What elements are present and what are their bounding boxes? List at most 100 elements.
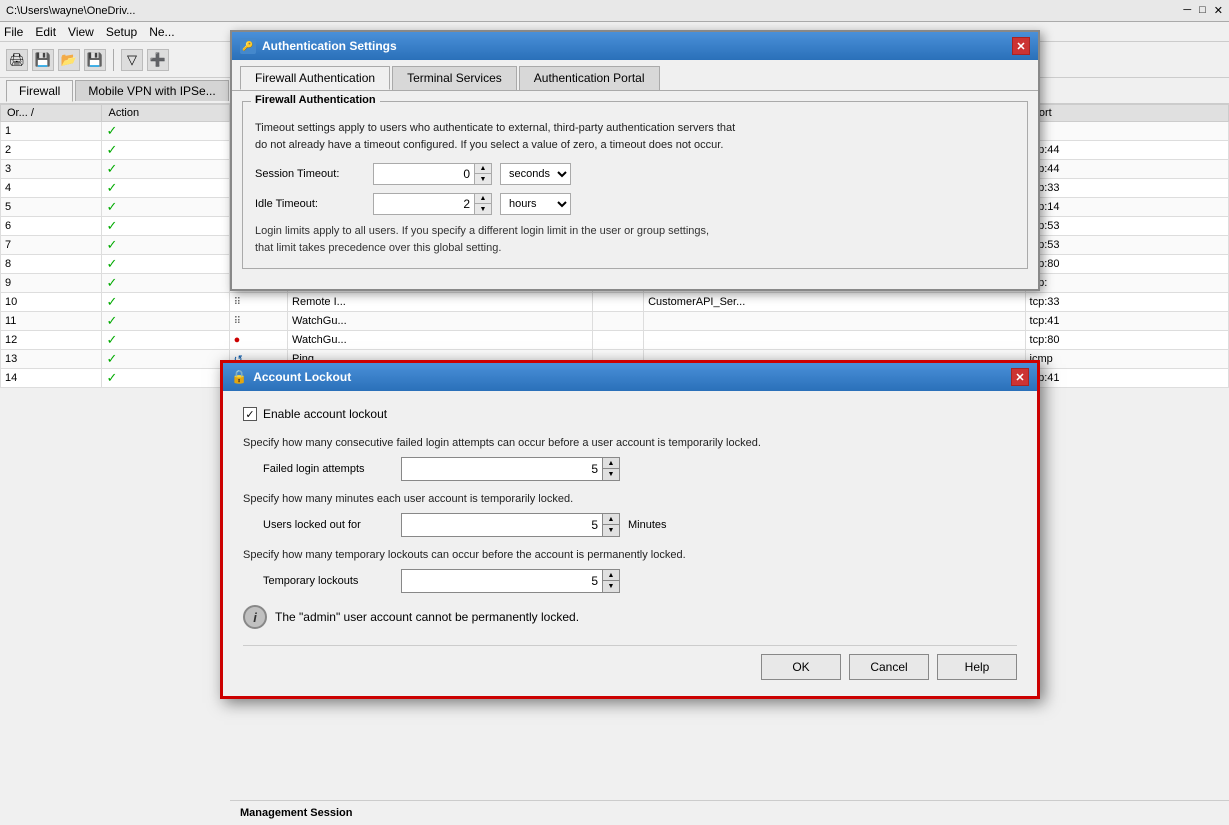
session-timeout-up[interactable]: ▲ (475, 164, 491, 174)
auth-dialog-icon: 🔑 (240, 38, 256, 54)
enable-lockout-checkbox[interactable]: ✓ (243, 407, 257, 421)
users-locked-spin[interactable]: ▲ ▼ (401, 513, 620, 537)
cell-port: tcp:33 (1025, 179, 1228, 198)
cell-num: 5 (1, 198, 102, 217)
idle-timeout-spin[interactable]: ▲ ▼ (373, 193, 492, 215)
lockout-buttons: OK Cancel Help (243, 645, 1017, 680)
close-icon[interactable]: ✕ (1214, 4, 1223, 17)
cell-port: tcp:41 (1025, 369, 1228, 388)
info-text: The "admin" user account cannot be perma… (275, 610, 579, 624)
management-section: Management Session (230, 800, 1229, 825)
menu-view[interactable]: View (68, 25, 94, 39)
lockout-body: ✓ Enable account lockout Specify how man… (223, 391, 1037, 696)
cell-port: tcp: (1025, 274, 1228, 293)
session-timeout-field[interactable] (374, 164, 474, 184)
cell-port: icmp (1025, 350, 1228, 369)
failed-attempts-spin[interactable]: ▲ ▼ (401, 457, 620, 481)
users-locked-up[interactable]: ▲ (603, 514, 619, 525)
table-row[interactable]: 12 ✓ ● WatchGu... tcp:80 (1, 331, 1229, 350)
ok-button[interactable]: OK (761, 654, 841, 680)
auth-dialog-title: Authentication Settings (262, 39, 397, 53)
menu-file[interactable]: File (4, 25, 23, 39)
tab-terminal-services[interactable]: Terminal Services (392, 66, 517, 90)
auth-dialog: 🔑 Authentication Settings ✕ Firewall Aut… (230, 30, 1040, 291)
tab-auth-portal[interactable]: Authentication Portal (519, 66, 660, 90)
temp-lockouts-down[interactable]: ▼ (603, 581, 619, 592)
info-row: i The "admin" user account cannot be per… (243, 605, 1017, 629)
lockout-icon: 🔒 (231, 369, 247, 385)
failed-attempts-row: Failed login attempts ▲ ▼ (263, 457, 1017, 481)
help-button[interactable]: Help (937, 654, 1017, 680)
cell-num: 14 (1, 369, 102, 388)
temp-lockouts-btns: ▲ ▼ (602, 570, 619, 592)
session-timeout-down[interactable]: ▼ (475, 174, 491, 184)
col-order: Or... / (1, 105, 102, 122)
toolbar-icon-2[interactable]: 💾 (32, 49, 54, 71)
enable-lockout-label: Enable account lockout (263, 407, 387, 421)
cell-num: 13 (1, 350, 102, 369)
toolbar-icon-5[interactable]: ▽ (121, 49, 143, 71)
cell-num: 7 (1, 236, 102, 255)
cell-action: ✓ (102, 369, 229, 388)
minimize-icon[interactable]: ─ (1183, 4, 1191, 17)
idle-timeout-up[interactable]: ▲ (475, 194, 491, 204)
users-locked-label: Users locked out for (263, 519, 393, 531)
temp-lockouts-field[interactable] (402, 570, 602, 592)
failed-attempts-up[interactable]: ▲ (603, 458, 619, 469)
cell-dest (644, 331, 1025, 350)
idle-timeout-field[interactable] (374, 194, 474, 214)
section1-text: Specify how many consecutive failed logi… (243, 437, 1017, 449)
maximize-icon[interactable]: □ (1199, 4, 1206, 17)
session-timeout-label: Session Timeout: (255, 168, 365, 180)
users-locked-down[interactable]: ▼ (603, 525, 619, 536)
col-action: Action (102, 105, 229, 122)
cell-icon: ⠿ (229, 293, 287, 312)
menu-ne[interactable]: Ne... (149, 25, 174, 39)
session-timeout-unit[interactable]: seconds minutes hours days (500, 163, 571, 185)
cell-action: ✓ (102, 179, 229, 198)
section3-text: Specify how many temporary lockouts can … (243, 549, 1017, 561)
cell-num: 3 (1, 160, 102, 179)
failed-attempts-field[interactable] (402, 458, 602, 480)
tab-firewall[interactable]: Firewall (6, 80, 73, 102)
cell-icon: ● (229, 331, 287, 350)
cancel-button[interactable]: Cancel (849, 654, 929, 680)
failed-attempts-down[interactable]: ▼ (603, 469, 619, 480)
lockout-close-btn[interactable]: ✕ (1011, 368, 1029, 386)
toolbar-icon-6[interactable]: ➕ (147, 49, 169, 71)
cell-num: 8 (1, 255, 102, 274)
temp-lockouts-spin[interactable]: ▲ ▼ (401, 569, 620, 593)
cell-port (1025, 122, 1228, 141)
cell-action: ✓ (102, 350, 229, 369)
tab-mobile-vpn[interactable]: Mobile VPN with IPSe... (75, 80, 228, 101)
session-timeout-btns: ▲ ▼ (474, 164, 491, 184)
toolbar-icon-1[interactable]: 🖨 (6, 49, 28, 71)
failed-attempts-label: Failed login attempts (263, 463, 393, 475)
management-title: Management Session (240, 807, 1219, 819)
session-timeout-spin[interactable]: ▲ ▼ (373, 163, 492, 185)
idle-timeout-unit[interactable]: seconds minutes hours days (500, 193, 571, 215)
info-icon: i (243, 605, 267, 629)
cell-num: 12 (1, 331, 102, 350)
cell-num: 6 (1, 217, 102, 236)
bg-title-text: C:\Users\wayne\OneDriv... (6, 5, 135, 17)
firewall-auth-group: Firewall Authentication Timeout settings… (242, 101, 1028, 269)
table-row[interactable]: 11 ✓ ⠿ WatchGu... tcp:41 (1, 312, 1229, 331)
session-timeout-row: Session Timeout: ▲ ▼ seconds minutes hou… (255, 163, 1015, 185)
temp-lockouts-up[interactable]: ▲ (603, 570, 619, 581)
menu-edit[interactable]: Edit (35, 25, 56, 39)
lockout-dialog: 🔒 Account Lockout ✕ ✓ Enable account loc… (220, 360, 1040, 699)
toolbar-icon-3[interactable]: 📂 (58, 49, 80, 71)
users-locked-field[interactable] (402, 514, 602, 536)
idle-timeout-down[interactable]: ▼ (475, 204, 491, 214)
cell-port: tcp:53 (1025, 236, 1228, 255)
toolbar-icon-4[interactable]: 💾 (84, 49, 106, 71)
cell-num: 11 (1, 312, 102, 331)
cell-action: ✓ (102, 236, 229, 255)
cell-port: tcp:44 (1025, 141, 1228, 160)
tab-firewall-auth[interactable]: Firewall Authentication (240, 66, 390, 90)
auth-dialog-close[interactable]: ✕ (1012, 37, 1030, 55)
menu-setup[interactable]: Setup (106, 25, 137, 39)
table-row[interactable]: 10 ✓ ⠿ Remote I... CustomerAPI_Ser... tc… (1, 293, 1229, 312)
cell-port: tcp:53 (1025, 217, 1228, 236)
